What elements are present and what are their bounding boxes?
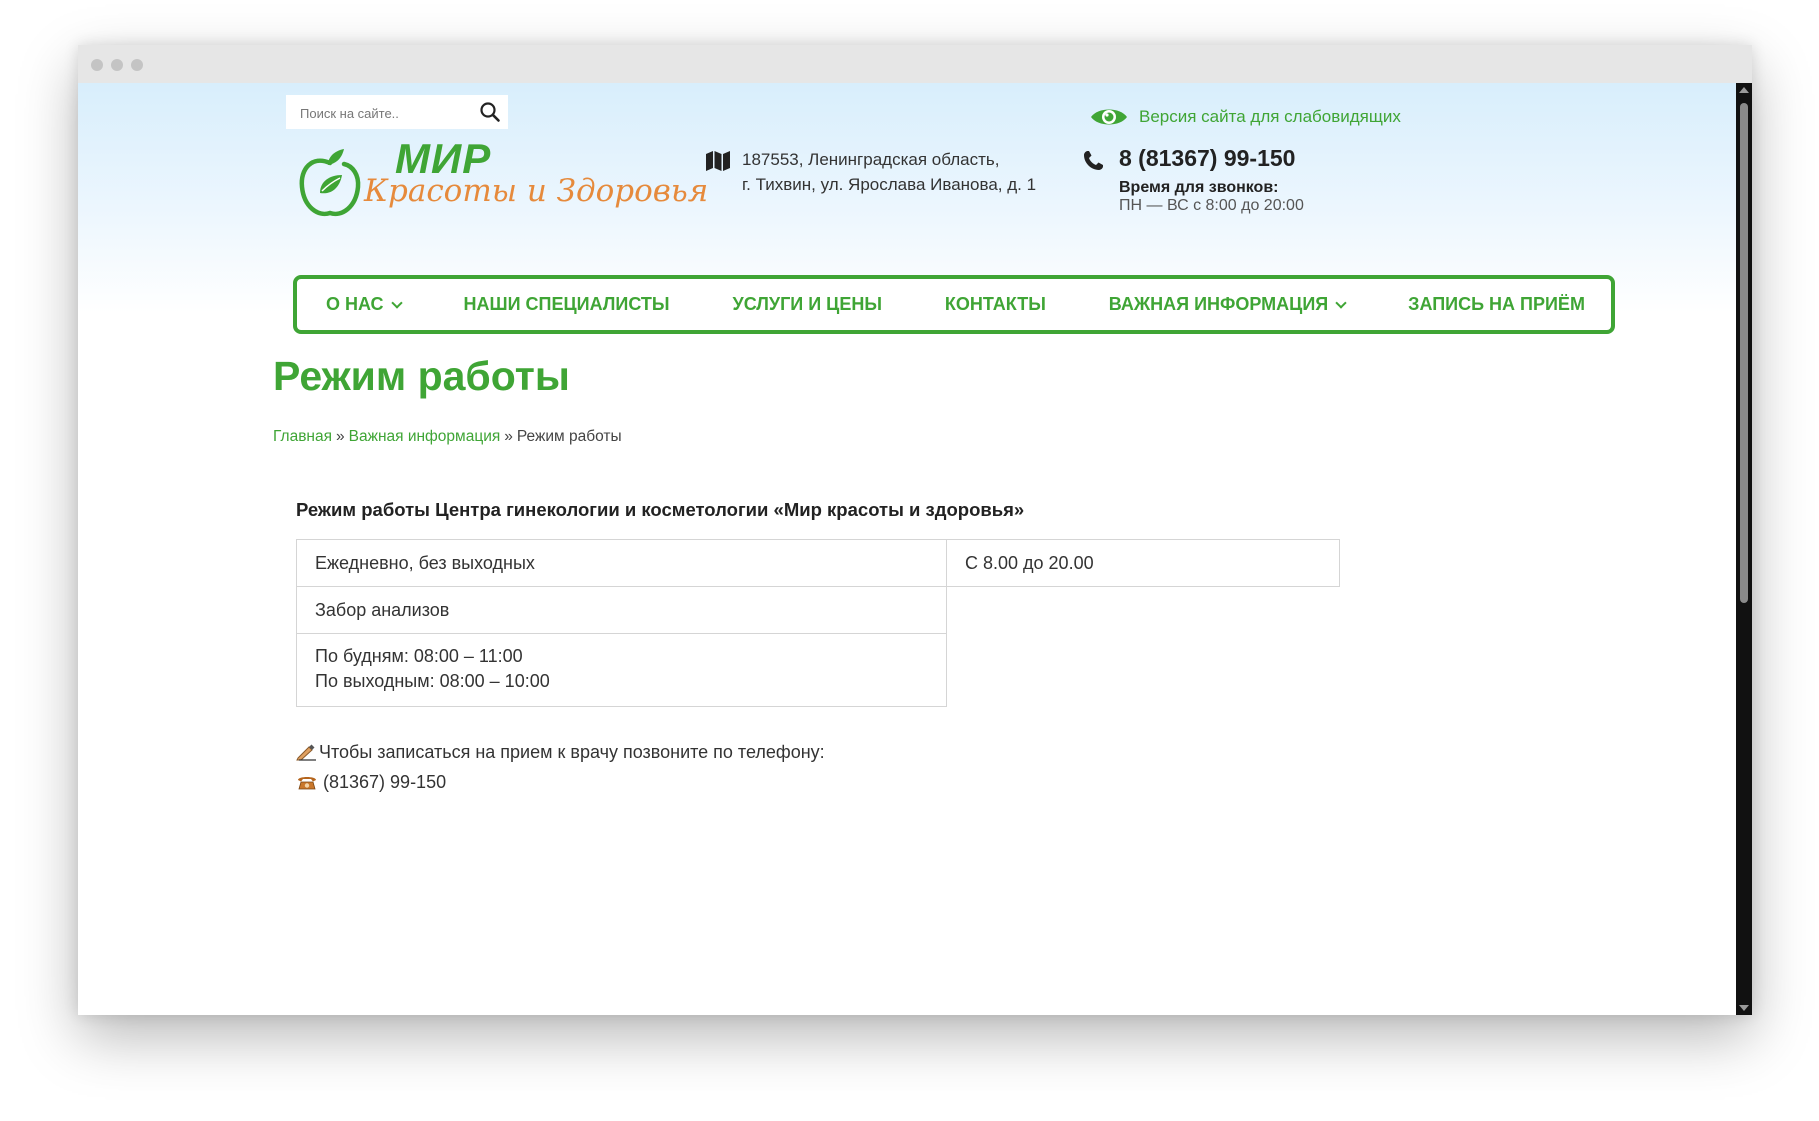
window-maximize-dot[interactable] xyxy=(131,59,143,71)
window-close-dot[interactable] xyxy=(91,59,103,71)
weekend-hours-text: По выходным: 08:00 – 10:00 xyxy=(315,671,550,691)
lab-tests-label: Забор анализов xyxy=(315,600,450,620)
map-icon xyxy=(706,151,730,171)
breadcrumb-home-link[interactable]: Главная xyxy=(273,428,332,445)
breadcrumb-separator: » xyxy=(504,428,513,445)
page-title: Режим работы xyxy=(273,353,570,399)
breadcrumb-separator: » xyxy=(336,428,345,445)
nav-item-appointment[interactable]: Запись на приём xyxy=(1408,294,1585,315)
scrollbar-thumb[interactable] xyxy=(1740,103,1748,603)
nav-item-label: О нас xyxy=(326,294,384,314)
low-vision-version-link[interactable]: Версия сайта для слабовидящих xyxy=(1089,101,1401,133)
site-logo[interactable]: МИР Красоты и Здоровья xyxy=(298,135,708,219)
nav-item-label: Наши специалисты xyxy=(463,294,670,314)
appointment-note-line: Чтобы записаться на прием к врачу позвон… xyxy=(296,737,825,767)
telephone-icon xyxy=(298,777,316,790)
table-cell: Забор анализов xyxy=(296,586,947,634)
appointment-phone-number[interactable]: (81367) 99-150 xyxy=(323,767,446,797)
nav-item-contacts[interactable]: Контакты xyxy=(945,294,1046,315)
appointment-phone-line: (81367) 99-150 xyxy=(296,767,825,797)
nav-item-label: Услуги и цены xyxy=(732,294,882,314)
window-titlebar xyxy=(78,45,1752,83)
page-viewport: МИР Красоты и Здоровья 187553, Ленинград… xyxy=(78,83,1736,1015)
chevron-down-icon xyxy=(390,296,403,309)
breadcrumb-current: Режим работы xyxy=(516,428,622,445)
schedule-hours-text: С 8.00 до 20.00 xyxy=(965,553,1094,573)
phone-icon xyxy=(1084,151,1103,170)
nav-item-services-prices[interactable]: Услуги и цены xyxy=(733,294,882,315)
nav-item-specialists[interactable]: Наши специалисты xyxy=(464,294,670,315)
main-navigation: О нас Наши специалисты Услуги и цены Кон… xyxy=(293,275,1615,334)
address-line-1: 187553, Ленинградская область, xyxy=(742,150,1000,169)
scroll-down-arrow-icon[interactable] xyxy=(1739,1005,1749,1011)
writing-hand-icon xyxy=(296,744,316,761)
schedule-days-text: Ежедневно, без выходных xyxy=(315,553,535,573)
browser-window: МИР Красоты и Здоровья 187553, Ленинград… xyxy=(78,45,1752,1015)
vertical-scrollbar[interactable] xyxy=(1736,83,1752,1015)
table-cell: Ежедневно, без выходных xyxy=(296,539,947,587)
schedule-heading: Режим работы Центра гинекологии и космет… xyxy=(296,499,1025,520)
low-vision-version-label: Версия сайта для слабовидящих xyxy=(1139,107,1401,126)
window-minimize-dot[interactable] xyxy=(111,59,123,71)
phone-number[interactable]: 8 (81367) 99-150 xyxy=(1119,145,1295,172)
search-icon xyxy=(480,102,500,122)
appointment-note: Чтобы записаться на прием к врачу позвон… xyxy=(296,737,825,797)
nav-item-label: Запись на приём xyxy=(1408,294,1585,314)
clinic-address: 187553, Ленинградская область, г. Тихвин… xyxy=(742,147,1036,197)
breadcrumb-important-info-link[interactable]: Важная информация xyxy=(349,428,501,445)
weekday-hours-text: По будням: 08:00 – 11:00 xyxy=(315,646,523,666)
logo-subtitle: Красоты и Здоровья xyxy=(364,173,709,209)
search-box xyxy=(286,95,508,129)
table-cell: С 8.00 до 20.00 xyxy=(946,539,1340,587)
nav-item-important-info[interactable]: Важная информация xyxy=(1108,294,1347,315)
search-input[interactable] xyxy=(298,101,462,125)
chevron-down-icon xyxy=(1335,296,1347,309)
eye-icon xyxy=(1091,109,1127,125)
table-cell: По будням: 08:00 – 11:00 По выходным: 08… xyxy=(296,633,947,707)
search-button[interactable] xyxy=(478,100,502,124)
breadcrumb: Главная» Важная информация» Режим работы xyxy=(273,428,622,446)
scroll-up-arrow-icon[interactable] xyxy=(1739,87,1749,93)
call-hours-title: Время для звонков: xyxy=(1119,179,1279,196)
nav-item-label: Важная информация xyxy=(1108,294,1329,314)
nav-item-label: Контакты xyxy=(944,294,1046,314)
address-line-2: г. Тихвин, ул. Ярослава Иванова, д. 1 xyxy=(742,175,1037,194)
appointment-note-text: Чтобы записаться на прием к врачу позвон… xyxy=(319,742,825,762)
nav-item-about[interactable]: О нас xyxy=(326,294,403,315)
call-hours: ПН — ВС с 8:00 до 20:00 xyxy=(1119,197,1304,214)
apple-leaf-icon xyxy=(299,149,361,217)
